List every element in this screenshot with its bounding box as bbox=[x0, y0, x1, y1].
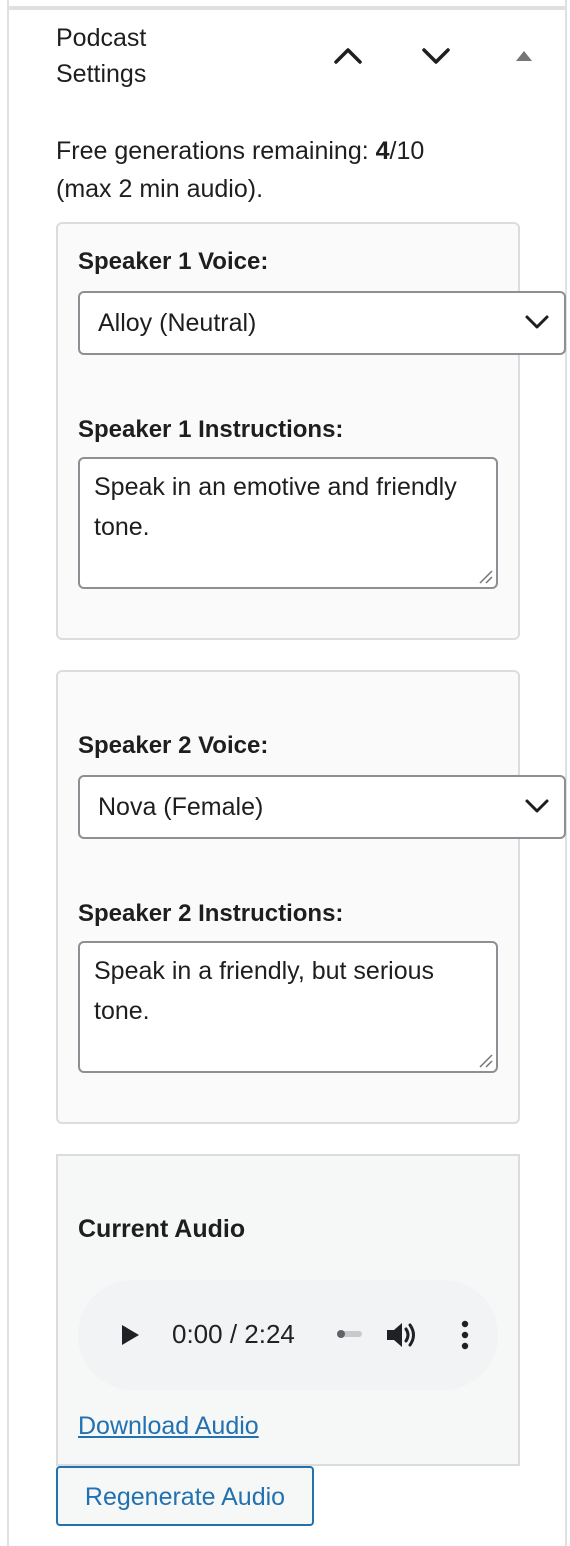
panel-title-line1: Podcast bbox=[56, 24, 147, 52]
speaker-2-voice-value: Nova (Female) bbox=[98, 793, 264, 821]
move-down-button[interactable] bbox=[416, 36, 456, 76]
quota-note: (max 2 min audio). bbox=[56, 175, 264, 203]
more-options-button[interactable] bbox=[450, 1318, 480, 1352]
current-audio-heading: Current Audio bbox=[78, 1215, 246, 1243]
speaker-2-voice-select[interactable]: Nova (Female) bbox=[78, 775, 566, 839]
toggle-panel-button[interactable] bbox=[504, 36, 544, 76]
quota-used: 4 bbox=[375, 137, 390, 165]
speaker-1-instructions-value: Speak in an emotive and friendly tone. bbox=[94, 473, 457, 541]
panel-title[interactable]: Podcast Settings bbox=[56, 20, 256, 92]
audio-time: 0:00 / 2:24 bbox=[172, 1319, 295, 1349]
speaker-1-voice-value: Alloy (Neutral) bbox=[98, 309, 257, 337]
speaker-1-instructions-label: Speaker 1 Instructions: bbox=[78, 416, 344, 443]
speaker-2-voice-label: Speaker 2 Voice: bbox=[78, 732, 269, 759]
speaker-1-instructions-field[interactable]: Speak in an emotive and friendly tone. bbox=[78, 457, 498, 589]
speaker-volume-icon bbox=[387, 1323, 415, 1347]
audio-player[interactable]: 0:00 / 2:24 bbox=[78, 1280, 498, 1390]
generations-remaining-text: Free generations remaining: 4/10 (max 2 … bbox=[56, 132, 516, 208]
chevron-down-icon bbox=[525, 799, 549, 813]
audio-progress-slider[interactable] bbox=[336, 1324, 364, 1344]
quota-total: /10 bbox=[389, 137, 425, 165]
speaker-2-instructions-value: Speak in a friendly, but serious tone. bbox=[94, 957, 435, 1025]
chevron-down-icon bbox=[525, 315, 549, 329]
speaker-1-voice-label: Speaker 1 Voice: bbox=[78, 248, 269, 275]
more-vertical-icon bbox=[461, 1320, 469, 1350]
panel-title-line2: Settings bbox=[56, 60, 147, 88]
speaker-2-instructions-label: Speaker 2 Instructions: bbox=[78, 900, 344, 927]
quota-prefix: Free generations remaining: bbox=[56, 137, 376, 165]
speaker-1-voice-select[interactable]: Alloy (Neutral) bbox=[78, 291, 566, 355]
chevron-up-icon bbox=[334, 48, 362, 64]
play-icon bbox=[122, 1325, 139, 1345]
download-audio-link[interactable]: Download Audio bbox=[78, 1408, 259, 1444]
triangle-up-icon bbox=[516, 51, 532, 61]
progress-track-icon bbox=[337, 1330, 362, 1338]
play-button[interactable] bbox=[114, 1319, 146, 1351]
chevron-down-icon bbox=[422, 48, 450, 64]
move-up-button[interactable] bbox=[328, 36, 368, 76]
speaker-2-instructions-field[interactable]: Speak in a friendly, but serious tone. bbox=[78, 941, 498, 1073]
regenerate-audio-button[interactable]: Regenerate Audio bbox=[56, 1466, 314, 1526]
volume-button[interactable] bbox=[382, 1316, 422, 1354]
resize-handle-icon[interactable] bbox=[476, 1051, 494, 1069]
resize-handle-icon[interactable] bbox=[476, 567, 494, 585]
